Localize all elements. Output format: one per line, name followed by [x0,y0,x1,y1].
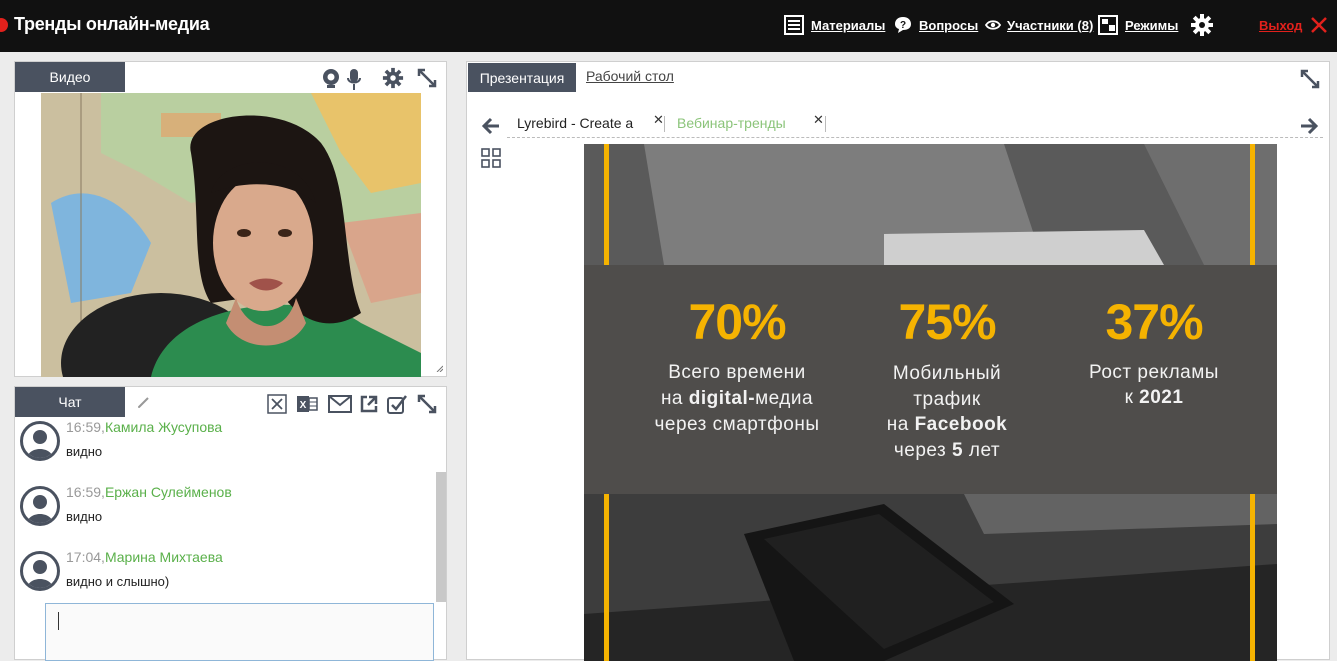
arrow-left-icon[interactable] [481,117,501,135]
svg-text:?: ? [900,20,906,31]
materials-button[interactable]: Материалы [783,12,885,38]
recording-indicator [0,18,8,32]
pencil-icon[interactable] [137,395,151,409]
svg-text:X: X [300,400,307,411]
modes-label: Режимы [1125,17,1179,33]
stat-percent: 75% [898,294,996,350]
message-author[interactable]: Камила Жусупова [105,419,222,435]
stats-band: 70% Всего времени на digital-медиа через… [584,265,1277,494]
top-bar: Тренды онлайн-медиа Материалы ? Вопросы … [0,0,1337,52]
video-settings-icon[interactable] [382,67,404,89]
clear-chat-icon[interactable] [267,394,287,414]
arrow-right-icon[interactable] [1299,117,1319,135]
expand-icon[interactable] [417,68,437,88]
stat-percent: 70% [688,294,786,350]
stat-caption: на Facebook [886,414,1008,435]
message-text: видно [66,509,103,524]
layout-modes-icon [1098,15,1118,35]
eye-icon [985,20,1001,30]
video-tab[interactable]: Видео [15,62,125,92]
chat-scrollbar[interactable] [436,472,446,602]
webcam-icon[interactable] [321,68,341,90]
materials-icon [784,15,804,35]
resize-handle-icon[interactable] [435,364,443,372]
checkbox-check-icon[interactable] [386,393,408,415]
text-cursor [58,612,59,630]
stat-caption: к 2021 [1124,387,1184,408]
message-text: видно и слышно) [66,574,170,589]
webinar-title: Тренды онлайн-медиа [14,14,210,34]
document-tabs: Lyrebird - Create a ✕ Вебинар-тренды ✕ [467,106,1331,138]
doc-tab-webinar[interactable]: Вебинар-тренды [677,115,786,131]
modes-button[interactable]: Режимы [1097,12,1178,38]
excel-export-icon[interactable]: X [296,394,318,414]
presentation-panel: Презентация Рабочий стол Lyrebird - Crea… [466,61,1331,661]
close-tab-icon[interactable]: ✕ [653,112,664,128]
grid-thumbnails-icon[interactable] [480,147,502,169]
participants-button[interactable]: Участники (8) [985,12,1093,38]
message-time: 17:04, [66,549,105,565]
message-author[interactable]: Ержан Сулейменов [105,484,232,500]
chat-tab[interactable]: Чат [15,387,125,417]
popout-icon[interactable] [359,394,379,414]
chat-expand-icon[interactable] [417,394,437,414]
microphone-icon[interactable] [346,68,362,92]
materials-label: Материалы [811,17,886,33]
questions-label: Вопросы [919,17,979,33]
questions-button[interactable]: ? Вопросы [893,12,978,38]
presentation-tab[interactable]: Презентация [468,63,576,92]
close-tab-icon[interactable]: ✕ [813,112,824,128]
stat-caption: на digital-медиа [660,388,814,409]
stat-caption: Рост рекламы [1089,362,1219,383]
participants-label: Участники (8) [1007,17,1094,33]
stat-caption: через смартфоны [654,414,820,435]
stat-percent: 37% [1105,294,1203,350]
doc-tab-lyrebird[interactable]: Lyrebird - Create a [517,115,633,131]
message-text: видно [66,444,103,459]
stat-caption: через 5 лет [893,440,1001,461]
settings-gear-icon[interactable] [1190,13,1214,37]
user-avatar-icon [20,486,60,526]
video-panel: Видео [14,61,447,377]
email-icon[interactable] [328,395,352,413]
message-author[interactable]: Марина Михтаева [105,549,223,565]
stat-caption: Всего времени [668,362,806,383]
exit-link[interactable]: Выход [1259,18,1302,33]
question-bubble-icon: ? [895,17,911,33]
stat-caption: Мобильный [892,363,1002,384]
chat-panel: Чат X 16:59,Камила Жусупова видно 16:59,… [14,386,447,661]
message-time: 16:59, [66,484,105,500]
user-avatar-icon [20,551,60,591]
presentation-slide: 70% Всего времени на digital-медиа через… [584,144,1277,661]
stat-caption: трафик [913,389,981,410]
close-icon[interactable] [1309,15,1329,35]
chat-message-input[interactable] [45,603,434,661]
user-avatar-icon [20,421,60,461]
desktop-tab[interactable]: Рабочий стол [586,68,674,84]
message-time: 16:59, [66,419,105,435]
presentation-expand-icon[interactable] [1300,69,1320,89]
webcam-video-feed [41,93,421,377]
